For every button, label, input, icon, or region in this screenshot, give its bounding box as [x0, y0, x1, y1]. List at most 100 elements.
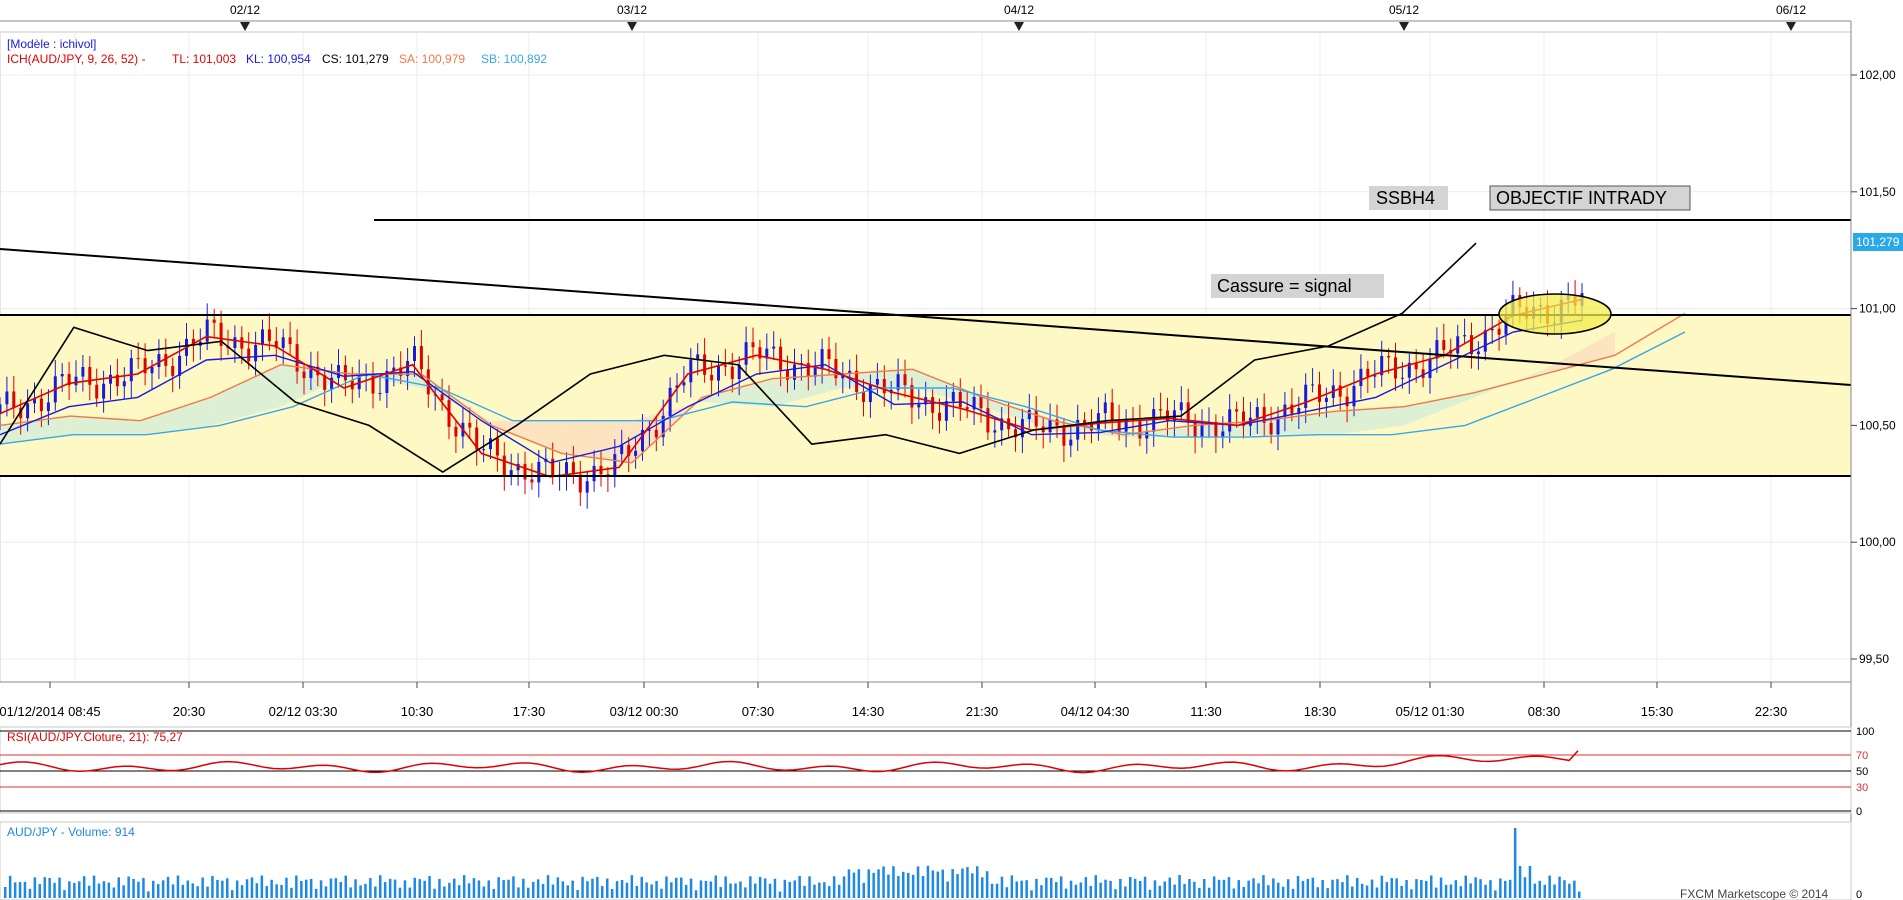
candle-body [1338, 385, 1342, 397]
volume-bar [1247, 880, 1250, 898]
volume-bar [1360, 883, 1364, 898]
volume-bar [1326, 888, 1329, 898]
candle-body [39, 398, 43, 412]
candle-body [102, 383, 106, 399]
volume-bar [186, 880, 190, 898]
volume-bar [206, 886, 209, 898]
volume-bar [591, 878, 594, 898]
volume-bar [418, 879, 421, 898]
volume-bar [551, 884, 555, 898]
top-date-label: 06/12 [1776, 3, 1806, 17]
volume-bar [300, 881, 303, 898]
volume-bar [832, 876, 836, 898]
legend-tl: TL: 101,003 [172, 52, 236, 66]
volume-bar [640, 876, 643, 898]
candle-body [261, 329, 264, 345]
volume-axis-zero: 0 [1856, 889, 1862, 900]
volume-bar [1074, 884, 1078, 898]
volume-bar [1385, 882, 1389, 898]
volume-bar [956, 874, 959, 898]
candle-body [1456, 336, 1460, 354]
volume-bar [107, 882, 111, 898]
time-tick-label: 14:30 [852, 704, 885, 719]
volume-bar [1301, 880, 1305, 898]
volume-bar [364, 883, 367, 898]
volume-bar [615, 881, 619, 898]
volume-bar [1129, 877, 1132, 898]
volume-bar [773, 878, 777, 898]
volume-bar [719, 887, 722, 898]
volume-bar [571, 880, 574, 898]
candle-body [1476, 351, 1480, 355]
volume-bar [936, 871, 940, 898]
volume-bar [1469, 883, 1472, 898]
volume-bar [1198, 887, 1201, 898]
volume-bar [1005, 887, 1009, 898]
volume-bar [250, 877, 254, 898]
volume-bar [147, 891, 150, 898]
volume-bar [413, 877, 416, 898]
volume-bar [1306, 878, 1310, 898]
volume-bar [744, 887, 747, 898]
volume-bar [1272, 878, 1275, 898]
volume-bar [82, 876, 86, 898]
top-date-label: 02/12 [230, 3, 260, 17]
volume-bar [1262, 875, 1265, 898]
candle-body [979, 397, 983, 409]
volume-bar [902, 871, 905, 898]
volume-bar [985, 871, 989, 898]
volume-bar [1296, 876, 1300, 898]
candle-body [1497, 328, 1501, 335]
volume-bar [502, 880, 505, 898]
volume-bar [477, 880, 481, 898]
rsi-axis-50: 50 [1856, 766, 1868, 778]
volume-bar [221, 880, 224, 898]
candle-body [668, 387, 672, 416]
volume-bar [1188, 879, 1191, 898]
volume-bar [517, 887, 520, 898]
volume-bar [946, 881, 949, 898]
candle-body [5, 391, 9, 405]
volume-bar [68, 881, 71, 898]
rsi-panel[interactable] [0, 726, 1852, 814]
volume-bar [467, 883, 471, 898]
volume-bar [97, 883, 101, 898]
volume-bar [916, 866, 920, 898]
candle-body [1442, 340, 1446, 350]
time-tick-label: 18:30 [1304, 704, 1337, 719]
candle-body [1200, 425, 1204, 438]
volume-bar [1499, 878, 1502, 898]
volume-bar [1346, 875, 1349, 898]
candle-body [744, 342, 748, 365]
volume-bar [522, 878, 525, 898]
candle-body [95, 384, 99, 399]
volume-bar [314, 888, 318, 898]
volume-bar [92, 875, 96, 898]
volume-bar [763, 878, 767, 898]
candle-body [482, 449, 486, 451]
time-tick-label: 01/12/2014 08:45 [0, 704, 101, 719]
volume-bar [1158, 885, 1162, 898]
volume-bar [1563, 880, 1566, 898]
time-tick-label: 08:30 [1528, 704, 1561, 719]
rsi-axis-30: 30 [1856, 782, 1868, 794]
volume-bar [1212, 876, 1216, 898]
volume-bar [58, 877, 61, 898]
volume-bar [581, 876, 584, 898]
candle-body [592, 465, 596, 482]
volume-bar [739, 881, 742, 898]
volume-bar [699, 880, 703, 898]
volume-bar [803, 885, 806, 898]
volume-bar [1138, 881, 1142, 898]
volume-bar [941, 869, 944, 898]
volume-bar [1365, 885, 1369, 898]
volume-bar [689, 878, 693, 898]
candle-body [1345, 396, 1349, 407]
candle-body [233, 337, 237, 348]
volume-bar [275, 884, 278, 898]
volume-bar [33, 877, 37, 898]
volume-bar [1000, 876, 1004, 898]
candle-body [1159, 409, 1163, 411]
volume-bar [112, 887, 116, 898]
volume-bar [53, 882, 56, 898]
